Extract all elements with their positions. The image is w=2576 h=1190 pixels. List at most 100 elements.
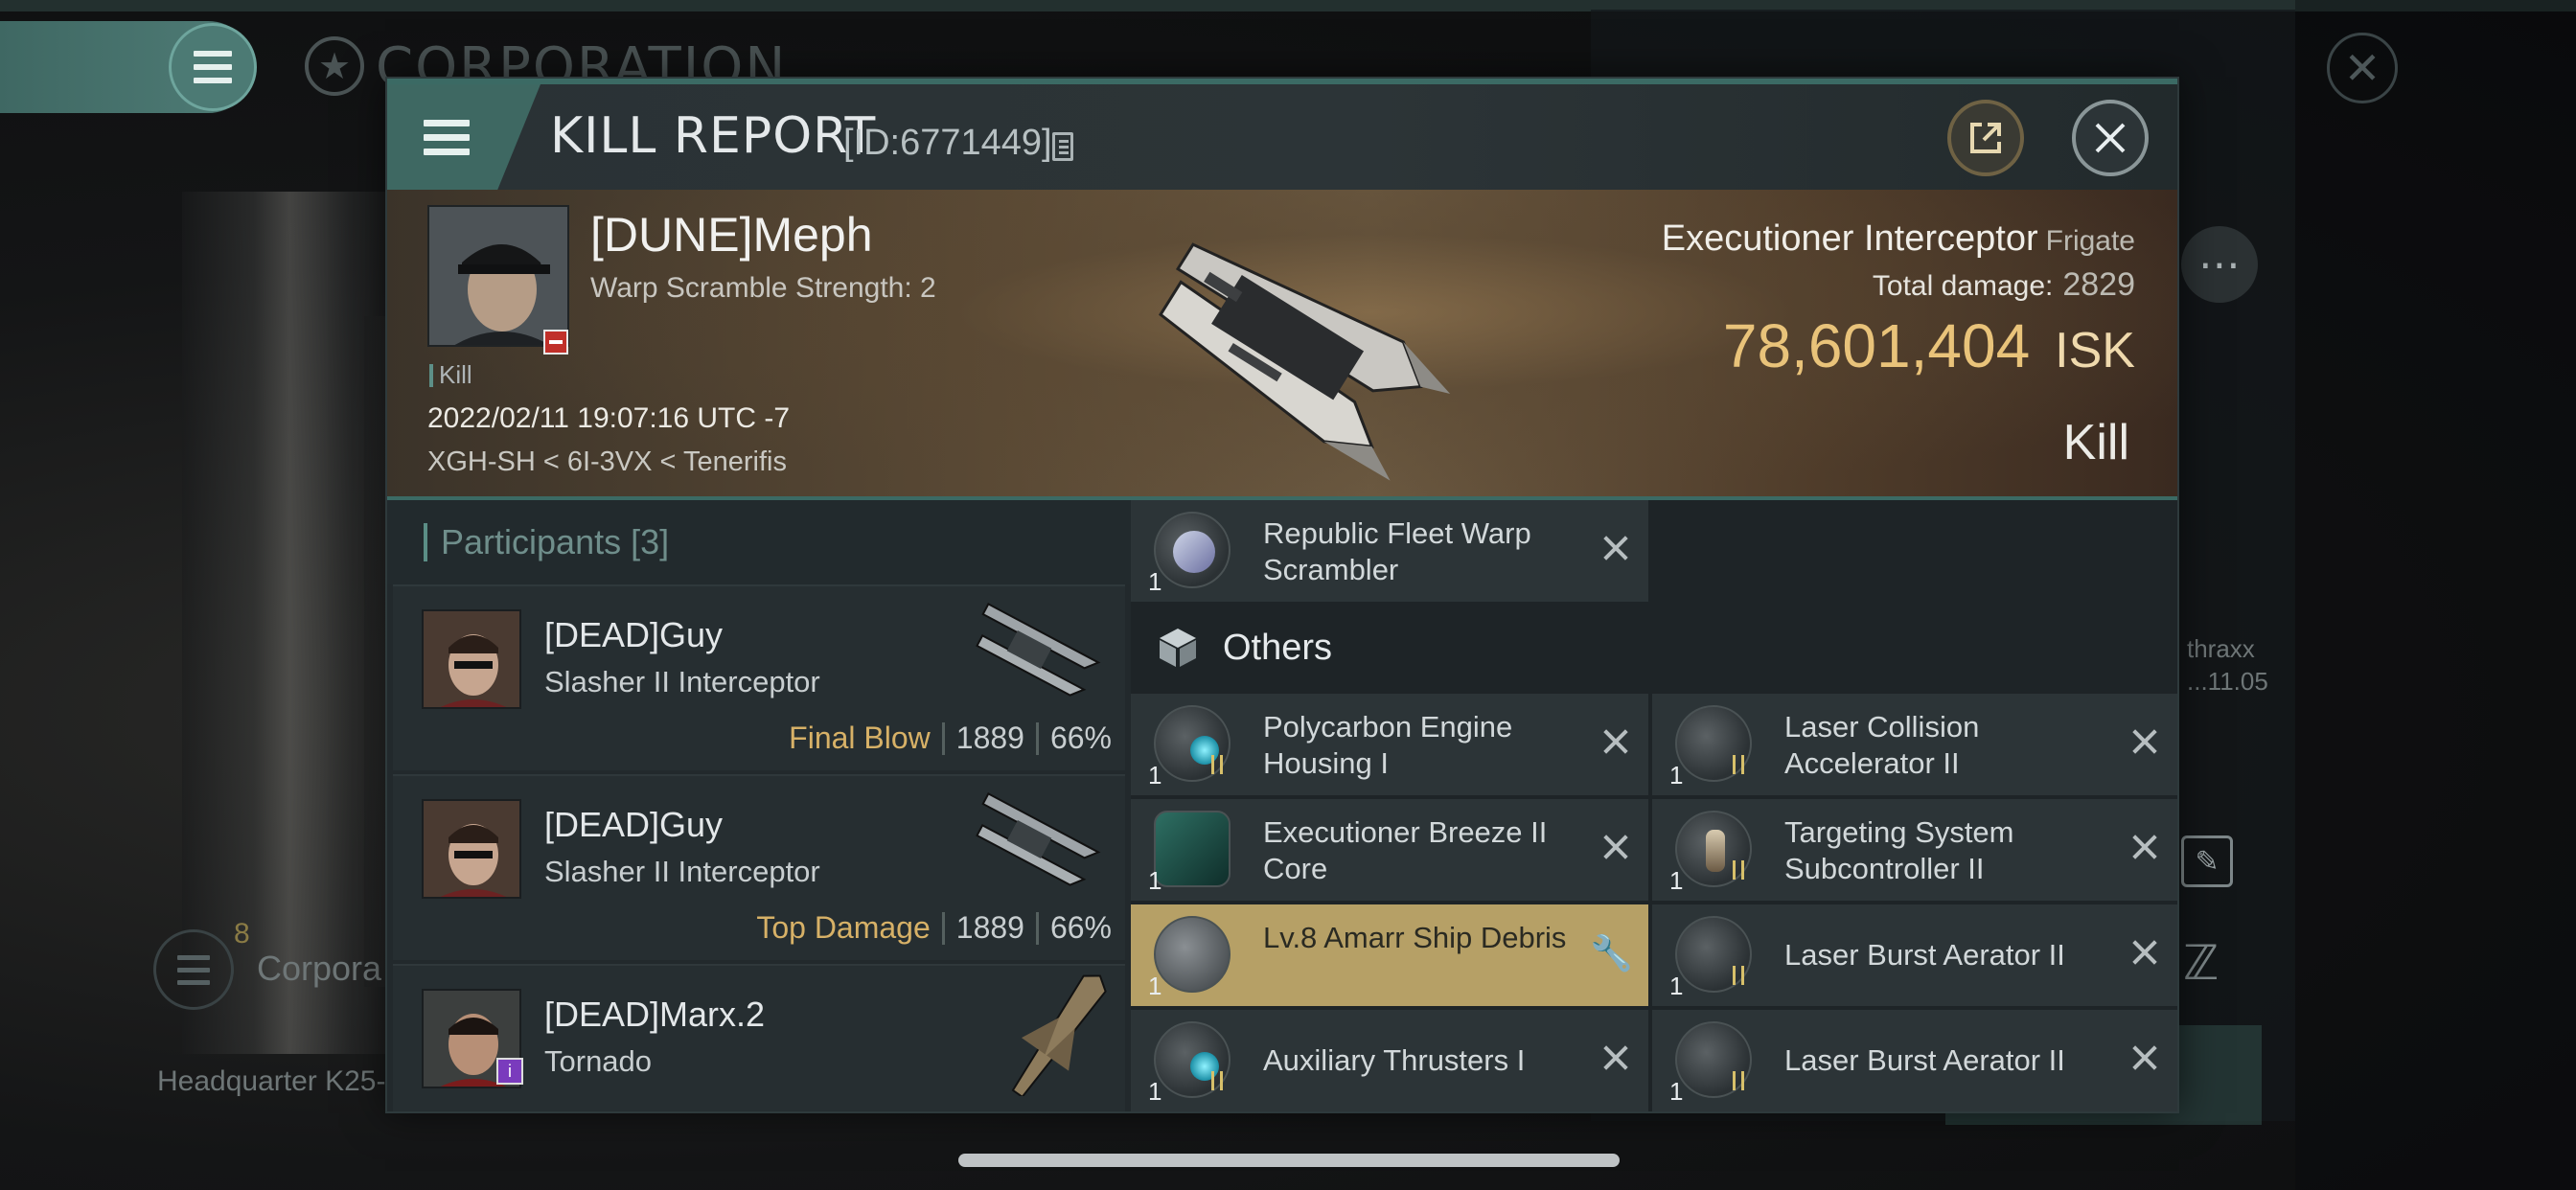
hamburger-icon [424, 119, 470, 155]
victim-name[interactable]: [DUNE]Meph [590, 207, 873, 263]
item-quantity: 1 [1148, 567, 1162, 596]
destroyed-icon [1598, 531, 1633, 565]
participant-row[interactable]: [DEAD]Guy Slasher II Interceptor Final B… [393, 584, 1125, 770]
destroyed-icon [2128, 935, 2162, 970]
dialog-header: KILL REPORT [ID:6771449] [387, 84, 2177, 190]
background-user-date: ...11.05 [2187, 667, 2268, 696]
security-status-icon [543, 330, 568, 355]
participant-portrait[interactable] [422, 799, 521, 899]
item-quantity: 1 [1669, 972, 1684, 1000]
item-row[interactable]: 1 Polycarbon Engine Housing I [1131, 694, 1648, 795]
participants-header: Participants [3] [387, 500, 1131, 584]
victim-banner: [DUNE]Meph Warp Scramble Strength: 2 Kil… [387, 190, 2177, 496]
kill-tag: Kill [429, 360, 472, 390]
others-section-header: Others [1131, 602, 2177, 694]
participant-stats: Top Damage 1889 66% [756, 910, 1112, 946]
participant-row[interactable]: i [DEAD]Marx.2 Tornado [393, 964, 1125, 1111]
items-panel: 1 Republic Fleet Warp Scrambler Others 1… [1131, 500, 2177, 1111]
ship-debris-icon [1154, 916, 1230, 993]
participant-portrait[interactable] [422, 609, 521, 709]
engine-housing-icon [1154, 705, 1230, 782]
participant-ship: Slasher II Interceptor [544, 855, 820, 888]
victim-portrait[interactable] [427, 205, 569, 347]
item-quantity: 1 [1669, 761, 1684, 790]
kill-result: Kill [2062, 415, 2129, 470]
kill-tag-label: Kill [439, 360, 472, 389]
item-name: Targeting System Subcontroller II [1784, 815, 2014, 885]
item-row[interactable]: 1 Auxiliary Thrusters I [1131, 1010, 1648, 1111]
participant-ship-image [976, 792, 1101, 886]
close-button[interactable] [2072, 100, 2149, 176]
item-quantity: 1 [1669, 866, 1684, 895]
sort-icon[interactable]: ℤ [2183, 935, 2219, 991]
corporation-row-label[interactable]: Corpora [257, 949, 381, 989]
participant-row[interactable]: [DEAD]Guy Slasher II Interceptor Top Dam… [393, 774, 1125, 960]
participant-ship: Tornado [544, 1044, 653, 1078]
item-quantity: 1 [1148, 972, 1162, 1000]
background-user-name: thraxx [2187, 634, 2255, 663]
participant-name: [DEAD]Marx.2 [544, 995, 766, 1034]
kill-datetime: 2022/02/11 19:07:16 UTC -7 [427, 402, 791, 434]
laser-aerator-icon [1675, 916, 1752, 993]
item-row[interactable]: 1 Republic Fleet Warp Scrambler [1131, 500, 1648, 602]
victim-ship-name: Executioner Interceptor Frigate [1662, 218, 2135, 260]
item-quantity: 1 [1148, 866, 1162, 895]
participant-damage: 1889 [955, 721, 1024, 755]
laser-aerator-icon [1675, 1021, 1752, 1098]
destroyed-icon [2128, 724, 2162, 759]
total-damage-value: 2829 [2062, 266, 2135, 303]
isk-value: 78,601,404 ISK [1723, 310, 2135, 381]
item-row[interactable]: 1 Laser Collision Accelerator II [1652, 694, 2177, 795]
copy-icon[interactable] [1052, 132, 1073, 161]
item-row[interactable]: 1 Targeting System Subcontroller II [1652, 799, 2177, 901]
item-quantity: 1 [1669, 1077, 1684, 1106]
more-options-icon[interactable]: ⋯ [2181, 226, 2258, 303]
isk-amount: 78,601,404 [1722, 311, 2031, 380]
participant-ship-image [1011, 974, 1107, 1096]
destroyed-icon [1598, 830, 1633, 864]
item-row[interactable]: 1 Executioner Breeze II Core [1131, 799, 1648, 901]
item-name: Lv.8 Amarr Ship Debris [1263, 921, 1567, 954]
wrench-icon[interactable]: 🔧 [1590, 933, 1633, 973]
external-link-icon [1970, 123, 2001, 153]
item-row[interactable]: 1 Laser Burst Aerator II [1652, 904, 2177, 1006]
total-damage-label: Total damage: [1872, 270, 2054, 302]
headquarter-label: Headquarter K25- [157, 1065, 386, 1097]
share-button[interactable] [1947, 100, 2024, 176]
item-row[interactable]: 1 Laser Burst Aerator II [1652, 1010, 2177, 1111]
targeting-subcontroller-icon [1675, 811, 1752, 887]
item-quantity: 1 [1148, 1077, 1162, 1106]
report-id: [ID:6771449] [843, 123, 1052, 163]
laser-accelerator-icon [1675, 705, 1752, 782]
ship-name-text[interactable]: Executioner Interceptor [1662, 218, 2038, 259]
close-icon [2095, 123, 2126, 153]
item-name: Laser Collision Accelerator II [1784, 710, 1980, 780]
edit-icon[interactable]: ✎ [2181, 835, 2233, 887]
home-indicator[interactable] [958, 1154, 1620, 1167]
total-damage: Total damage: 2829 [1873, 266, 2135, 304]
main-menu-icon[interactable] [169, 23, 257, 111]
background-user-info: thraxx ...11.05 [2187, 632, 2268, 698]
victim-ship-image[interactable] [1096, 190, 1460, 496]
victim-subtitle: Warp Scramble Strength: 2 [590, 272, 936, 304]
background-close-icon[interactable]: ✕ [2327, 33, 2398, 103]
kill-report-dialog: KILL REPORT [ID:6771449] [DUNE]Meph Warp… [385, 77, 2179, 1113]
pilot-avatar-icon [424, 611, 519, 707]
dialog-menu-button[interactable] [387, 84, 540, 190]
corporation-count: 8 [234, 918, 250, 950]
cube-icon [1160, 629, 1196, 667]
participant-damage: 1889 [955, 910, 1024, 945]
pilot-avatar-icon [424, 801, 519, 897]
corporation-menu-icon[interactable] [153, 929, 234, 1010]
item-name: Polycarbon Engine Housing I [1263, 710, 1513, 780]
participant-percent: 66% [1049, 910, 1112, 945]
participant-ship: Slasher II Interceptor [544, 665, 820, 698]
participants-title: Participants [3] [441, 522, 670, 561]
participant-role: Top Damage [756, 910, 931, 945]
kill-location[interactable]: XGH-SH < 6I-3VX < Tenerifis [427, 446, 787, 478]
item-row-highlighted[interactable]: 1 Lv.8 Amarr Ship Debris 🔧 [1131, 904, 1648, 1006]
item-quantity: 1 [1148, 761, 1162, 790]
dialog-title: KILL REPORT [550, 107, 877, 165]
isk-unit: ISK [2055, 323, 2135, 378]
pilot-avatar-icon [429, 207, 567, 345]
